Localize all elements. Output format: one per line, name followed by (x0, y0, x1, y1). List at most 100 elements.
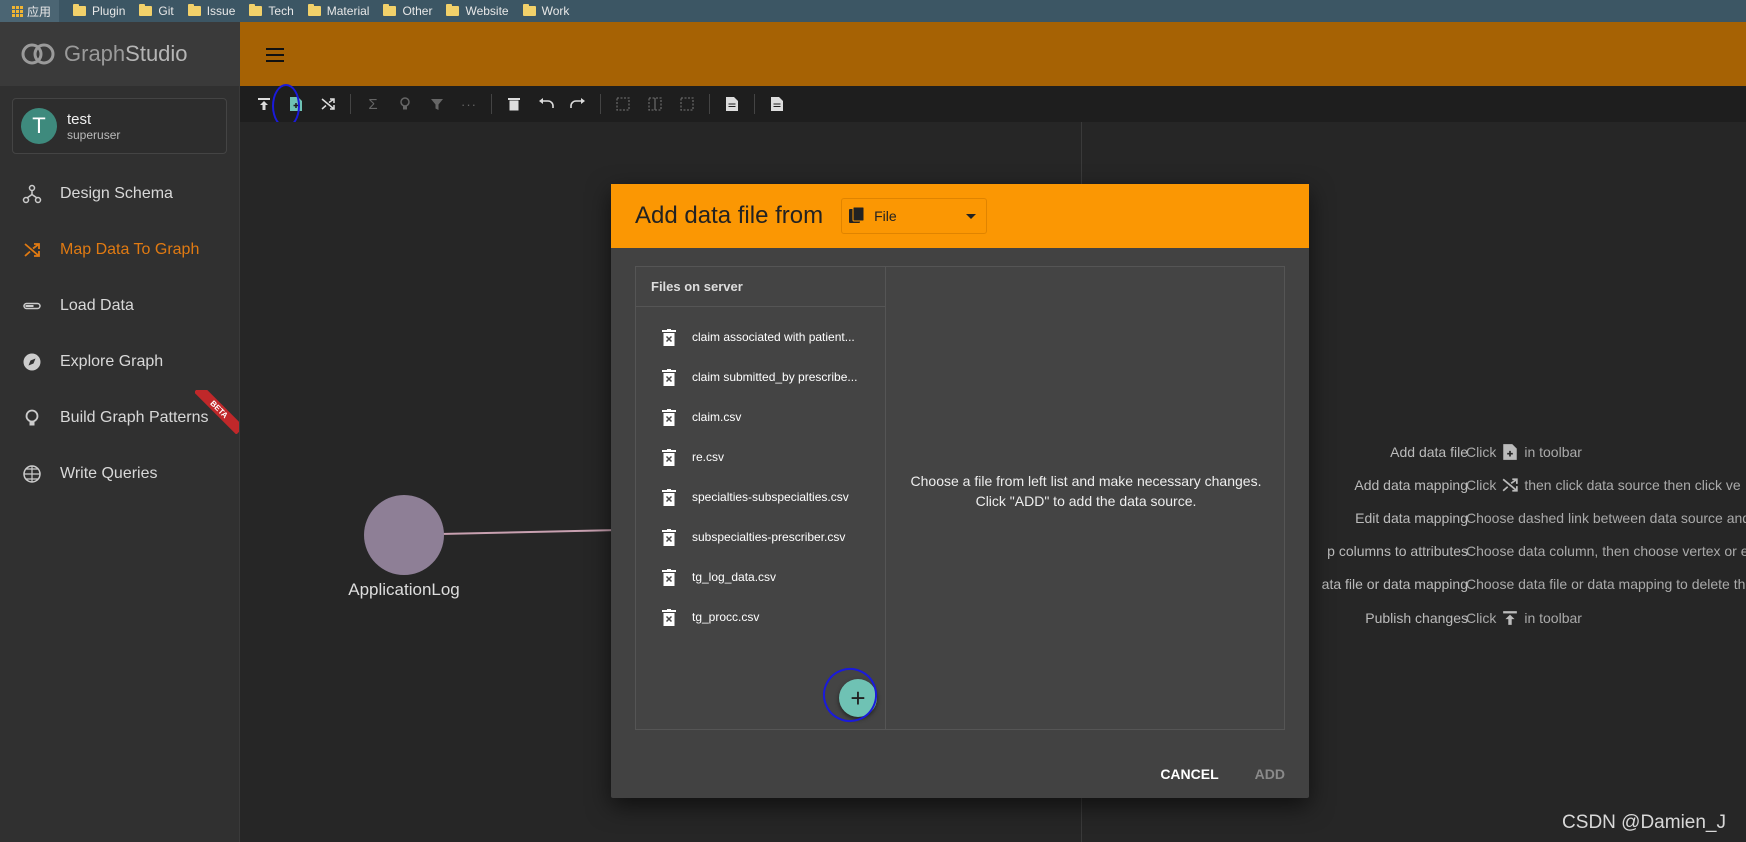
file-detail-placeholder: Choose a file from left list and make ne… (886, 471, 1286, 511)
dialog-title: Add data file from (635, 202, 824, 229)
select-button[interactable] (607, 88, 639, 120)
folder-icon (307, 4, 321, 16)
document-icon (726, 97, 738, 111)
bookmark-label: Issue (206, 4, 236, 18)
source-type-value: File (874, 208, 897, 224)
toolbar-divider (709, 94, 710, 114)
delete-file-icon[interactable] (662, 408, 676, 426)
bookmark-label: Other (402, 4, 433, 18)
file-list: claim associated with patient... claim s… (636, 307, 885, 637)
apps-shortcut[interactable]: 应用 (0, 0, 60, 22)
user-name: test (67, 110, 92, 128)
help-prefix: Click (1466, 477, 1497, 493)
nav-write-queries[interactable]: Write Queries (0, 446, 239, 502)
file-list-item[interactable]: claim submitted_by prescribe... (636, 357, 885, 397)
detail-line-2: Click "ADD" to add the data source. (975, 493, 1197, 509)
file-list-item[interactable]: subspecialties-prescriber.csv (636, 517, 885, 557)
bookmark-item[interactable]: Website (446, 0, 509, 22)
file-list-item[interactable]: claim associated with patient... (636, 317, 885, 357)
help-text: Choose dashed link between data source a… (1466, 510, 1746, 526)
help-label: Edit data mapping (1355, 510, 1468, 526)
source-type-select[interactable]: File (841, 198, 988, 234)
add-mapping-button[interactable] (312, 88, 344, 120)
nav-load-data[interactable]: Load Data (0, 278, 239, 334)
help-suffix: in toolbar (1524, 610, 1582, 626)
nav-explore-graph[interactable]: Explore Graph (0, 334, 239, 390)
dialog-body: Files on server claim associated with pa… (635, 266, 1285, 730)
publish-icon (1503, 611, 1518, 625)
delete-file-icon[interactable] (662, 368, 676, 386)
delete-button[interactable] (498, 88, 530, 120)
delete-file-icon[interactable] (662, 568, 676, 586)
bookmark-label: Material (326, 4, 370, 18)
more-button[interactable]: ··· (453, 88, 485, 120)
file-list-item[interactable]: tg_procc.csv (636, 597, 885, 637)
graphstudio-logo-icon (21, 43, 55, 65)
logo-text-studio: Studio (125, 41, 188, 66)
bookmark-item[interactable]: Plugin (73, 0, 125, 22)
document-button[interactable] (761, 88, 793, 120)
file-list-item[interactable]: claim.csv (636, 397, 885, 437)
undo-button[interactable] (530, 88, 562, 120)
bookmarks-bar: 应用 Plugin Git Issue Tech Material Other … (0, 0, 1746, 22)
apps-label: 应用 (27, 4, 52, 19)
help-suffix: in toolbar (1524, 444, 1582, 460)
folder-icon (187, 4, 201, 16)
filter-button[interactable] (421, 88, 453, 120)
app-logo[interactable]: GraphStudio (0, 22, 239, 86)
file-list-item[interactable]: specialties-subspecialties.csv (636, 477, 885, 517)
help-text: Click then click data source then click … (1466, 477, 1741, 493)
beta-badge: BETA (195, 390, 239, 434)
menu-icon[interactable] (266, 48, 284, 62)
bookmark-item[interactable]: Material (307, 0, 370, 22)
bulb-icon (22, 408, 42, 428)
folder-icon (73, 4, 87, 16)
delete-file-icon[interactable] (662, 528, 676, 546)
file-list-item[interactable]: re.csv (636, 437, 885, 477)
sum-button[interactable]: Σ (357, 88, 389, 120)
nav-label: Map Data To Graph (60, 241, 200, 258)
files-icon (849, 206, 865, 223)
logo-text-graph: Graph (64, 41, 126, 66)
add-button[interactable]: ADD (1255, 766, 1285, 782)
nav-label: Load Data (60, 297, 134, 314)
bookmark-item[interactable]: Issue (187, 0, 236, 22)
bookmark-item[interactable]: Git (139, 0, 174, 22)
cancel-button[interactable]: CANCEL (1160, 766, 1218, 782)
bookmark-item[interactable]: Other (383, 0, 432, 22)
toolbar-divider (754, 94, 755, 114)
delete-file-icon[interactable] (662, 608, 676, 626)
redo-button[interactable] (562, 88, 594, 120)
fit-button[interactable] (671, 88, 703, 120)
folder-icon (249, 4, 263, 16)
split-view-button[interactable] (639, 88, 671, 120)
globe-icon (22, 464, 42, 484)
select-box-icon (616, 97, 630, 111)
folder-icon (383, 4, 397, 16)
compass-icon (22, 352, 42, 372)
file-name: tg_procc.csv (692, 610, 760, 624)
token-function-button[interactable] (389, 88, 421, 120)
nav-build-graph-patterns[interactable]: Build Graph Patterns BETA (0, 390, 239, 446)
delete-file-icon[interactable] (662, 328, 676, 346)
delete-file-icon[interactable] (662, 488, 676, 506)
folder-icon (522, 4, 536, 16)
bookmark-item[interactable]: Tech (249, 0, 294, 22)
user-card[interactable]: T test superuser (12, 98, 227, 154)
filter-icon (431, 99, 443, 110)
add-data-file-dialog: Add data file from File Files on server … (611, 184, 1309, 798)
export-button[interactable] (716, 88, 748, 120)
vertex-node[interactable] (364, 495, 444, 575)
split-icon (648, 97, 662, 111)
nav-map-data-to-graph[interactable]: Map Data To Graph (0, 222, 239, 278)
nav-design-schema[interactable]: Design Schema (0, 166, 239, 222)
delete-file-icon[interactable] (662, 448, 676, 466)
redo-icon (570, 98, 585, 108)
bookmark-item[interactable]: Work (522, 0, 570, 22)
bookmark-label: Work (541, 4, 570, 18)
bookmark-label: Website (465, 4, 509, 18)
file-list-item[interactable]: tg_log_data.csv (636, 557, 885, 597)
file-name: specialties-subspecialties.csv (692, 490, 849, 504)
schema-icon (22, 184, 42, 204)
dropdown-caret-icon (966, 214, 977, 219)
